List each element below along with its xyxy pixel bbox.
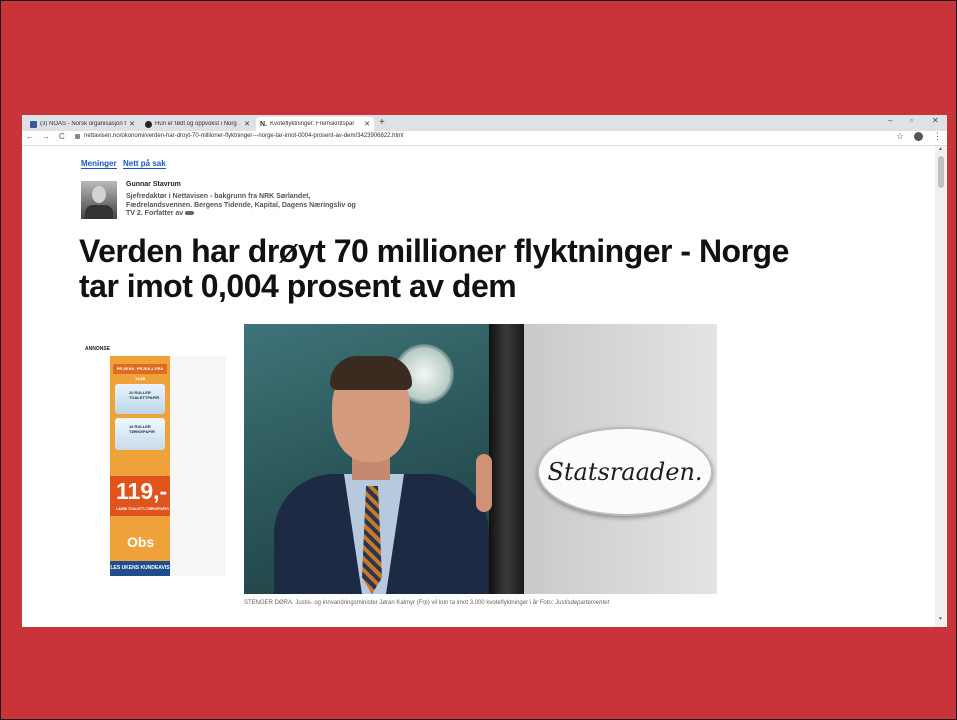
scrollbar[interactable]: ▲ ▼ bbox=[935, 146, 947, 627]
address-bar: ← → C nettavisen.no/okonomi/verden-har-d… bbox=[22, 131, 947, 146]
category-link-nett-pa-sak[interactable]: Nett på sak bbox=[123, 159, 166, 169]
tab-noas[interactable]: (3) NOAS - Norsk organisasjon f ✕ bbox=[26, 117, 139, 131]
tab-bar: (3) NOAS - Norsk organisasjon f ✕ Hun er… bbox=[22, 115, 947, 131]
ad-price-subtitle: LAMBI TOALETT-/TØRKEPAPIR bbox=[116, 507, 169, 511]
obs-logo: Obs bbox=[127, 534, 155, 550]
menu-icon[interactable]: ⋮ bbox=[933, 131, 942, 142]
avatar-body bbox=[85, 205, 113, 219]
scrollbar-thumb[interactable] bbox=[938, 156, 944, 188]
article-headline: Verden har drøyt 70 millioner flyktninge… bbox=[79, 233, 789, 304]
tab-article-2[interactable]: Hun er født og oppvokst i Norg ✕ bbox=[141, 117, 254, 131]
scroll-down-arrow-icon[interactable]: ▼ bbox=[938, 616, 943, 622]
bookmark-star-icon[interactable]: ☆ bbox=[896, 131, 904, 142]
ad-price: 119,- bbox=[116, 478, 168, 504]
nettavisen-icon: N. bbox=[260, 120, 267, 128]
caption-text: STENGER DØRA: Justis- og innvandringsmin… bbox=[244, 600, 539, 606]
lock-icon bbox=[75, 134, 80, 139]
category-link-meninger[interactable]: Meninger bbox=[81, 159, 117, 169]
tab-label: Hun er født og oppvokst i Norg bbox=[155, 121, 237, 127]
ad-product-label: 20 RULLER TOALETTPAPIR bbox=[129, 390, 160, 400]
avatar-head bbox=[92, 186, 106, 203]
ad-spacer bbox=[170, 356, 226, 576]
advertisement-banner[interactable]: PR.SEKK. PR.RULL FRA 14,88 20 RULLER TOA… bbox=[110, 356, 170, 576]
ad-product-image: 16 RULLER TØRKEPAPIR bbox=[115, 418, 165, 450]
close-window-button[interactable]: ✕ bbox=[932, 116, 939, 125]
author-name[interactable]: Gunnar Stavrum bbox=[126, 181, 181, 188]
url-input[interactable]: nettavisen.no/okonomi/verden-har-droyt-7… bbox=[84, 133, 403, 139]
back-button[interactable]: ← bbox=[26, 132, 34, 141]
browser-window: (3) NOAS - Norsk organisasjon f ✕ Hun er… bbox=[22, 115, 947, 627]
ad-price-strip: PR.SEKK. PR.RULL FRA 14,88 bbox=[113, 364, 167, 381]
article-photo[interactable]: Statsraaden. bbox=[244, 324, 717, 594]
scroll-up-arrow-icon[interactable]: ▲ bbox=[938, 146, 943, 152]
close-tab-icon[interactable]: ✕ bbox=[364, 120, 370, 128]
ad-product-image: 20 RULLER TOALETTPAPIR bbox=[115, 384, 165, 414]
tab-label: Kvoteflyktninger: Fremskrittspar bbox=[270, 121, 355, 127]
author-bio: Sjefredaktør i Nettavisen - bakgrunn fra… bbox=[126, 193, 356, 219]
ad-label: ANNONSE bbox=[85, 346, 111, 352]
ad-price-block: 119,- LAMBI TOALETT-/TØRKEPAPIR bbox=[110, 476, 170, 516]
ad-product-label: 16 RULLER TØRKEPAPIR bbox=[129, 424, 155, 434]
facebook-icon bbox=[30, 120, 37, 128]
close-tab-icon[interactable]: ✕ bbox=[244, 120, 250, 128]
more-icon[interactable] bbox=[185, 211, 195, 216]
photo-door-sign: Statsraaden. bbox=[537, 427, 713, 516]
tab-label: (3) NOAS - Norsk organisasjon f bbox=[40, 121, 127, 127]
tab-active[interactable]: N. Kvoteflyktninger: Fremskrittspar ✕ bbox=[256, 117, 374, 131]
caption-credit: Foto: Justisdepartementet bbox=[539, 600, 610, 606]
minimize-button[interactable]: – bbox=[888, 116, 892, 125]
photo-person-hand bbox=[476, 454, 492, 512]
reload-button[interactable]: C bbox=[59, 132, 65, 141]
page-content: Meninger Nett på sak Gunnar Stavrum Sjef… bbox=[22, 146, 935, 627]
forward-button[interactable]: → bbox=[42, 132, 50, 141]
new-tab-button[interactable]: + bbox=[379, 117, 385, 128]
site-favicon-icon bbox=[145, 120, 152, 128]
photo-person-hair bbox=[330, 356, 412, 390]
restore-button[interactable]: ▫ bbox=[910, 116, 913, 125]
photo-caption: STENGER DØRA: Justis- og innvandringsmin… bbox=[244, 600, 609, 606]
ad-cta-button[interactable]: LES UKENS KUNDEAVIS bbox=[110, 561, 170, 576]
author-bio-text: Sjefredaktør i Nettavisen - bakgrunn fra… bbox=[126, 193, 356, 217]
door-sign-text: Statsraaden. bbox=[547, 457, 703, 486]
close-tab-icon[interactable]: ✕ bbox=[129, 120, 135, 128]
photo-door bbox=[489, 324, 524, 594]
account-icon[interactable] bbox=[914, 132, 923, 141]
author-avatar[interactable] bbox=[81, 181, 117, 219]
